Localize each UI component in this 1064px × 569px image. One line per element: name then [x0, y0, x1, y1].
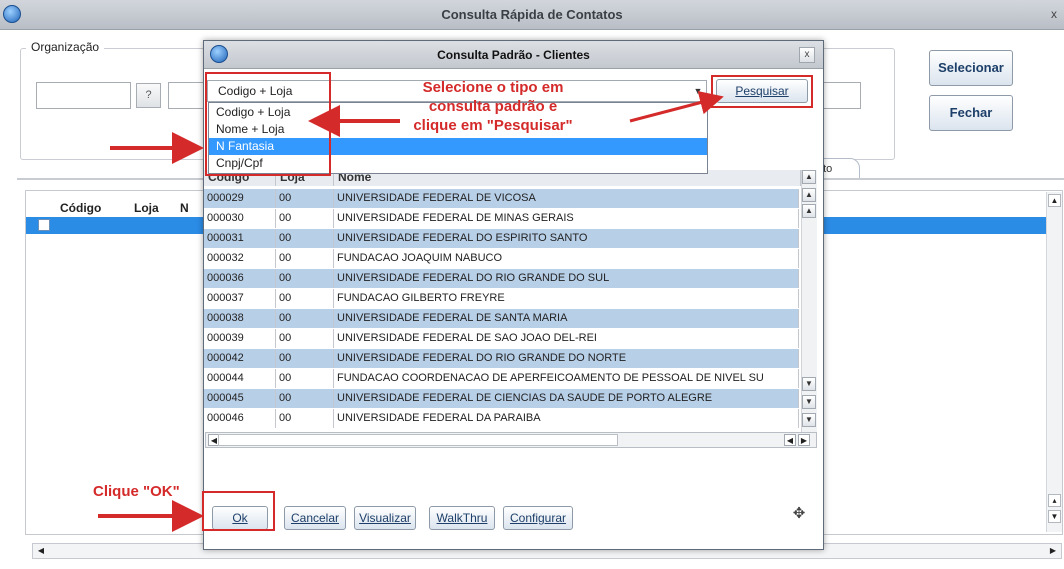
scroll-left-icon[interactable]: ◀	[35, 545, 47, 557]
table-cell-loja: 00	[276, 289, 334, 308]
table-cell-codigo: 000030	[204, 209, 276, 228]
table-cell-nome: FUNDACAO GILBERTO FREYRE	[334, 289, 799, 308]
table-cell-loja: 00	[276, 349, 334, 368]
annotation-line-1: Selecione o tipo em	[422, 79, 564, 96]
organization-code-input[interactable]	[36, 82, 131, 109]
table-cell-loja: 00	[276, 229, 334, 248]
scroll-bottom-icon[interactable]: ▼	[802, 413, 816, 427]
table-cell-nome: FUNDACAO COORDENACAO DE APERFEICOAMENTO …	[334, 369, 799, 388]
table-cell-nome: UNIVERSIDADE FEDERAL DE SAO JOAO DEL-REI	[334, 329, 799, 348]
row-checkbox[interactable]	[38, 219, 50, 231]
chevron-down-icon[interactable]: ▼	[690, 80, 706, 102]
dialog-close-icon[interactable]: x	[799, 47, 815, 63]
walkthru-button[interactable]: WalkThru	[429, 506, 495, 530]
table-cell-codigo: 000036	[204, 269, 276, 288]
annotation-box-search	[711, 75, 813, 108]
scroll-up-icon[interactable]: ▲	[802, 204, 816, 218]
organization-name-field[interactable]	[168, 82, 208, 109]
annotation-line-3: clique em "Pesquisar"	[413, 117, 573, 134]
annotation-ok-hint: Clique "OK"	[93, 483, 180, 500]
annotation-line-2: consulta padrão e	[428, 98, 558, 115]
table-cell-loja: 00	[276, 389, 334, 408]
close-button[interactable]: Fechar	[929, 95, 1013, 131]
table-cell-loja: 00	[276, 269, 334, 288]
scroll-down-icon[interactable]: ▼	[1048, 510, 1061, 523]
scroll-top-icon[interactable]: ▴	[1048, 494, 1061, 507]
view-button[interactable]: Visualizar	[354, 506, 416, 530]
scroll-up-icon[interactable]: ▲	[1048, 194, 1061, 207]
table-cell-nome: UNIVERSIDADE FEDERAL DO RIO GRANDE DO NO…	[334, 349, 799, 368]
scroll-page-up-icon[interactable]: ▲	[802, 188, 816, 202]
table-cell-codigo: 000046	[204, 409, 276, 428]
table-cell-nome: UNIVERSIDADE FEDERAL DE CIENCIAS DA SAUD…	[334, 389, 799, 408]
help-lookup-button[interactable]: ?	[136, 83, 161, 108]
scroll-down-icon[interactable]: ▼	[802, 377, 816, 391]
table-row[interactable]: 000044 00 FUNDACAO COORDENACAO DE APERFEIC…	[204, 369, 799, 388]
table-horizontal-scrollbar[interactable]: ◀ ◀ ▶	[205, 432, 817, 448]
table-row[interactable]: 000037 00 FUNDACAO GILBERTO FREYRE	[204, 289, 799, 308]
annotation-box-dropdown	[205, 72, 331, 176]
table-cell-loja: 00	[276, 369, 334, 388]
table-cell-loja: 00	[276, 409, 334, 428]
table-cell-loja: 00	[276, 249, 334, 268]
scroll-top-icon[interactable]: ▲	[802, 170, 816, 184]
main-close-icon[interactable]: x	[1046, 6, 1062, 22]
table-cell-loja: 00	[276, 309, 334, 328]
table-cell-nome: UNIVERSIDADE FEDERAL DE MINAS GERAIS	[334, 209, 799, 228]
scroll-right-icon[interactable]: ▶	[798, 434, 810, 446]
grid-vertical-scrollbar[interactable]: ▲ ▴ ▼	[1046, 192, 1062, 532]
table-row[interactable]: 000036 00 UNIVERSIDADE FEDERAL DO RIO GRAN…	[204, 269, 799, 288]
grid-header-loja: Loja	[134, 201, 159, 215]
table-cell-codigo: 000031	[204, 229, 276, 248]
table-row[interactable]: 000032 00 FUNDACAO JOAQUIM NABUCO	[204, 249, 799, 268]
select-button[interactable]: Selecionar	[929, 50, 1013, 86]
table-row[interactable]: 000038 00 UNIVERSIDADE FEDERAL DE SANTA MA…	[204, 309, 799, 328]
annotation-instruction: Selecione o tipo em consulta padrão e cl…	[368, 78, 618, 135]
table-row[interactable]: 000029 00 UNIVERSIDADE FEDERAL DE VICOSA	[204, 189, 799, 208]
table-cell-codigo: 000037	[204, 289, 276, 308]
move-icon[interactable]: ✥	[791, 506, 807, 522]
table-cell-nome: UNIVERSIDADE FEDERAL DE VICOSA	[334, 189, 799, 208]
table-cell-codigo: 000038	[204, 309, 276, 328]
table-cell-nome: FUNDACAO JOAQUIM NABUCO	[334, 249, 799, 268]
organization-group-label: Organização	[26, 40, 105, 54]
table-cell-codigo: 000039	[204, 329, 276, 348]
grid-header-codigo: Código	[60, 201, 102, 215]
scroll-right-icon[interactable]: ▶	[1047, 545, 1059, 557]
scroll-page-down-icon[interactable]: ▼	[802, 395, 816, 409]
table-cell-nome: UNIVERSIDADE FEDERAL DO ESPIRITO SANTO	[334, 229, 799, 248]
table-cell-loja: 00	[276, 329, 334, 348]
scroll-left-end-icon[interactable]: ◀	[784, 434, 796, 446]
cancel-button[interactable]: Cancelar	[284, 506, 346, 530]
grid-header-nome: N	[180, 201, 189, 215]
table-row[interactable]: 000046 00 UNIVERSIDADE FEDERAL DA PARAIBA	[204, 409, 799, 428]
table-row[interactable]: 000045 00 UNIVERSIDADE FEDERAL DE CIENCIAS…	[204, 389, 799, 408]
annotation-box-ok	[202, 491, 275, 531]
table-cell-nome: UNIVERSIDADE FEDERAL DO RIO GRANDE DO SU…	[334, 269, 799, 288]
table-row[interactable]: 000031 00 UNIVERSIDADE FEDERAL DO ESPIRITO…	[204, 229, 799, 248]
table-cell-loja: 00	[276, 189, 334, 208]
table-cell-codigo: 000045	[204, 389, 276, 408]
main-window-title: Consulta Rápida de Contatos	[441, 7, 623, 22]
dialog-title: Consulta Padrão - Clientes	[437, 48, 590, 62]
table-row[interactable]: 000042 00 UNIVERSIDADE FEDERAL DO RIO GRAN…	[204, 349, 799, 368]
table-cell-codigo: 000042	[204, 349, 276, 368]
scroll-thumb[interactable]	[218, 434, 618, 446]
configure-button[interactable]: Configurar	[503, 506, 573, 530]
table-cell-nome: UNIVERSIDADE FEDERAL DE SANTA MARIA	[334, 309, 799, 328]
table-cell-codigo: 000029	[204, 189, 276, 208]
table-cell-codigo: 000044	[204, 369, 276, 388]
table-cell-codigo: 000032	[204, 249, 276, 268]
table-cell-nome: UNIVERSIDADE FEDERAL DA PARAIBA	[334, 409, 799, 428]
table-row[interactable]: 000039 00 UNIVERSIDADE FEDERAL DE SAO JOAO…	[204, 329, 799, 348]
table-cell-loja: 00	[276, 209, 334, 228]
table-row[interactable]: 000030 00 UNIVERSIDADE FEDERAL DE MINAS GE…	[204, 209, 799, 228]
